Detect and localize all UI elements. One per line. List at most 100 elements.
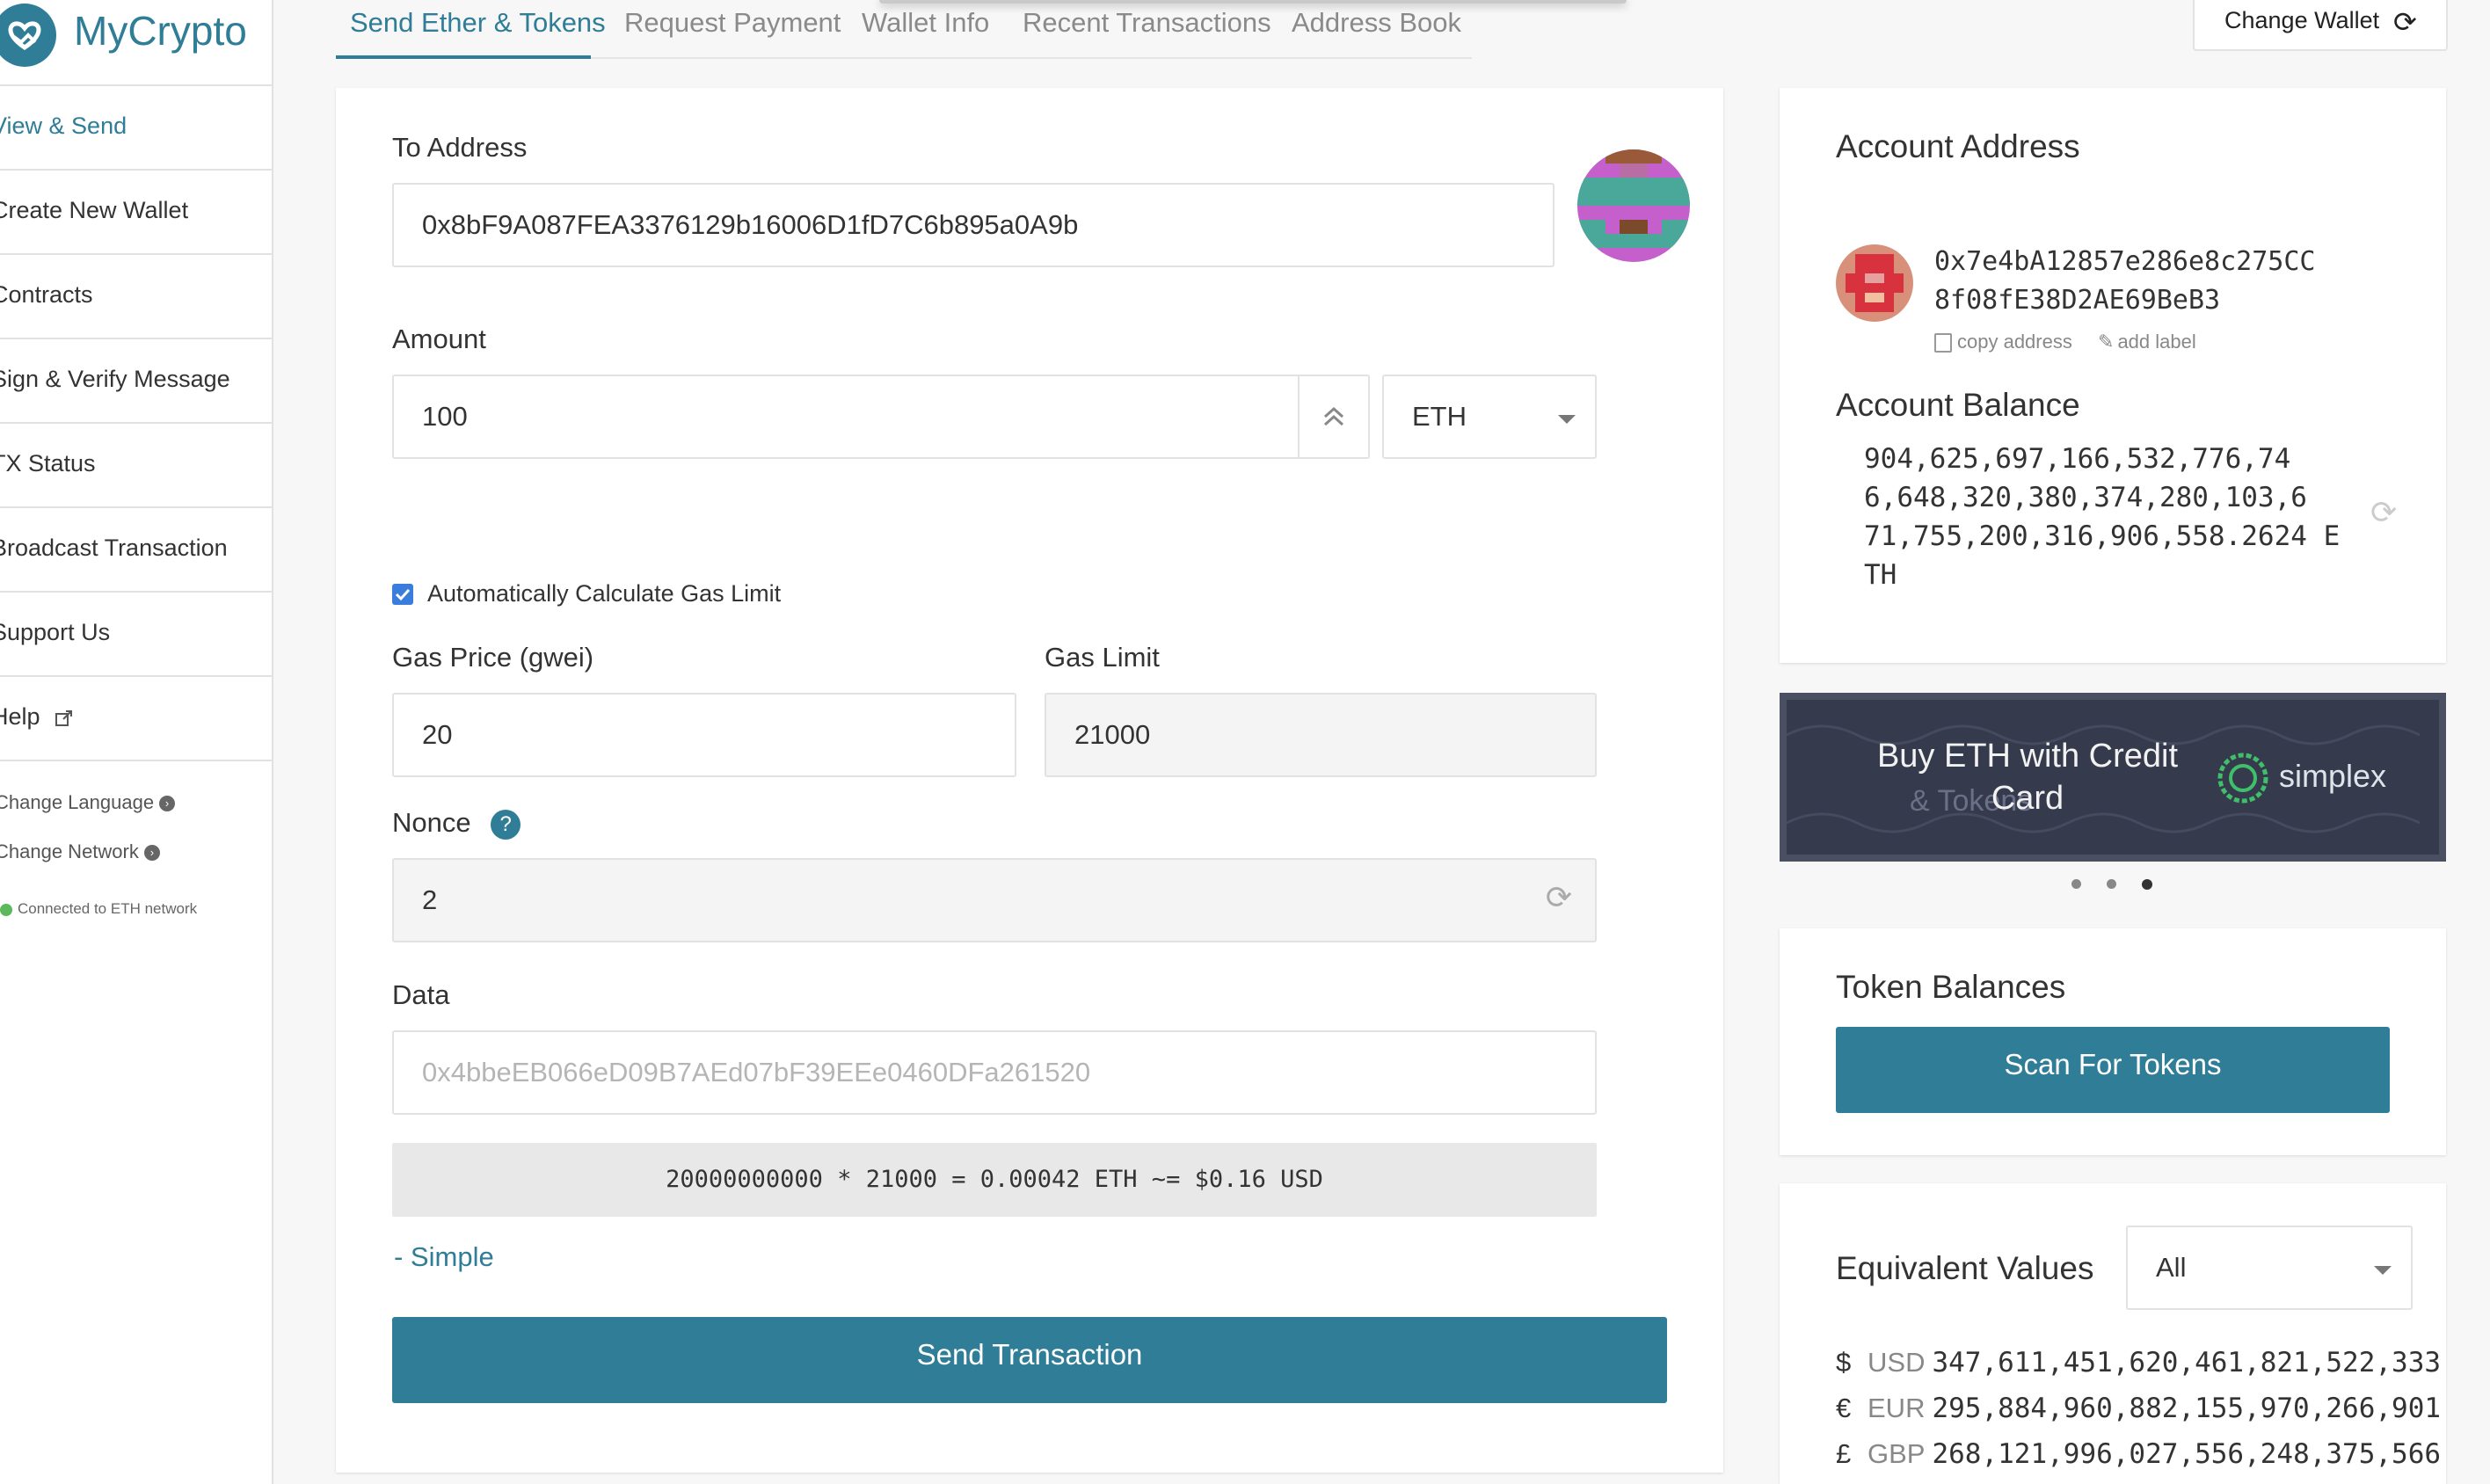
fee-summary: 20000000000 * 21000 = 0.00042 ETH ~= $0.… — [392, 1143, 1597, 1217]
promo-text-line: Card — [1991, 780, 2064, 817]
currency-symbol: $ — [1836, 1347, 1852, 1378]
currency-value: 295,884,960,882,155,970,266,901, — [1932, 1393, 2446, 1424]
promo-banner[interactable]: & Tokens Buy ETH with Credit Card simple… — [1780, 693, 2446, 862]
sidebar-item-label: Help — [0, 703, 40, 730]
check-icon — [395, 588, 411, 601]
gas-price-value: 20 — [422, 719, 453, 750]
refresh-balance-icon[interactable]: ⟳ — [2370, 494, 2397, 531]
simplex-name: simplex — [2279, 758, 2387, 794]
account-balance-title: Account Balance — [1836, 387, 2080, 423]
nonce-label: Nonce ? — [392, 807, 521, 840]
sidebar-item-contracts[interactable]: Contracts — [0, 255, 272, 339]
sidebar-item-label: Contracts — [0, 281, 93, 308]
sidebar-item-label: Support Us — [0, 619, 111, 645]
promo-text-line: Buy ETH with Credit — [1876, 738, 2179, 775]
send-panel: To Address 0x8bF9A087FEA3376129b16006D1f… — [336, 88, 1723, 1473]
to-address-input[interactable]: 0x8bF9A087FEA3376129b16006D1fD7C6b895a0A… — [392, 183, 1554, 267]
currency-code: USD — [1868, 1347, 1926, 1378]
gas-limit-input[interactable]: 21000 — [1045, 693, 1597, 777]
sidebar-item-help-wrap: Help — [0, 703, 75, 731]
currency-value: 268,121,996,027,556,248,375,566, — [1932, 1438, 2446, 1470]
currency-code: EUR — [1868, 1393, 1926, 1423]
carousel-dot[interactable] — [2071, 879, 2081, 889]
arrow-right-circle-icon: › — [159, 796, 176, 812]
tab-address-book[interactable]: Address Book — [1292, 7, 1461, 39]
add-label-link[interactable]: ✎ add label — [2098, 331, 2196, 353]
amount-input[interactable]: 100 — [392, 375, 1370, 459]
account-identicon — [1836, 244, 1913, 322]
currency-symbol: £ — [1836, 1438, 1852, 1469]
scan-tokens-label: Scan For Tokens — [2004, 1048, 2222, 1080]
auto-gas-label: Automatically Calculate Gas Limit — [427, 580, 782, 607]
add-label-label: add label — [2117, 331, 2196, 353]
sidebar: MyCrypto View & Send Create New Wallet C… — [0, 0, 273, 1484]
currency-symbol: € — [1836, 1393, 1852, 1423]
equivalent-row: £ GBP 268,121,996,027,556,248,375,566, — [1836, 1431, 2446, 1477]
overlay-shadow — [879, 0, 1627, 4]
active-tab-indicator — [336, 55, 591, 59]
sidebar-item-help[interactable]: Help — [0, 677, 272, 761]
token-balances-title: Token Balances — [1836, 969, 2066, 1005]
simplex-logo-icon — [2217, 753, 2268, 804]
double-chevron-up-icon — [1323, 406, 1344, 426]
tab-divider — [591, 57, 1472, 59]
to-address-label: To Address — [392, 132, 528, 163]
token-balances-card: Token Balances Scan For Tokens — [1780, 928, 2446, 1155]
data-input[interactable]: 0x4bbeEB066eD09B7AEd07bF39EEe0460DFa2615… — [392, 1030, 1597, 1115]
carousel-dot[interactable] — [2107, 879, 2116, 889]
nonce-value: 2 — [422, 884, 438, 915]
amount-value: 100 — [422, 401, 468, 432]
auto-gas-checkbox[interactable] — [392, 584, 413, 605]
account-address: 0x7e4bA12857e286e8c275CC 8f08fE38D2AE69B… — [1934, 243, 2315, 320]
refresh-nonce-icon[interactable]: ⟳ — [1546, 879, 1572, 916]
scan-tokens-button[interactable]: Scan For Tokens — [1836, 1027, 2390, 1113]
simple-mode-link[interactable]: - Simple — [394, 1241, 494, 1273]
sidebar-item-broadcast[interactable]: Broadcast Transaction — [0, 508, 272, 593]
pencil-icon: ✎ — [2098, 331, 2115, 353]
change-language-link[interactable]: Change Language › — [0, 791, 176, 814]
change-wallet-label: Change Wallet — [2224, 7, 2380, 33]
unit-dropdown[interactable]: ETH — [1382, 375, 1597, 459]
gas-price-input[interactable]: 20 — [392, 693, 1016, 777]
change-network-link[interactable]: Change Network › — [0, 840, 160, 863]
carousel-dot-active[interactable] — [2142, 879, 2152, 890]
data-label: Data — [392, 979, 450, 1010]
sidebar-item-tx-status[interactable]: TX Status — [0, 424, 272, 508]
copy-address-link[interactable]: copy address — [1934, 331, 2072, 353]
equivalent-values-title: Equivalent Values — [1836, 1250, 2094, 1286]
currency-filter-value: All — [2156, 1252, 2187, 1283]
sidebar-item-support[interactable]: Support Us — [0, 593, 272, 677]
tab-request-payment[interactable]: Request Payment — [624, 7, 841, 39]
amount-label: Amount — [392, 324, 486, 354]
currency-filter-dropdown[interactable]: All — [2126, 1226, 2413, 1310]
account-address-title: Account Address — [1836, 128, 2080, 164]
network-status: Connected to ETH network — [0, 900, 197, 918]
send-transaction-button[interactable]: Send Transaction — [392, 1317, 1667, 1403]
sidebar-item-sign-verify[interactable]: Sign & Verify Message — [0, 339, 272, 424]
equivalent-values-card: Equivalent Values All $ USD 347,611,451,62… — [1780, 1183, 2446, 1484]
change-network-label: Change Network — [0, 840, 139, 862]
sidebar-item-create-wallet[interactable]: Create New Wallet — [0, 171, 272, 255]
change-wallet-button[interactable]: Change Wallet ⟳ — [2193, 0, 2448, 51]
gas-limit-label: Gas Limit — [1045, 642, 1160, 673]
currency-code: GBP — [1868, 1438, 1926, 1469]
brand-name: MyCrypto — [74, 8, 247, 54]
nonce-input[interactable]: 2 ⟳ — [392, 858, 1597, 942]
balance-line: TH — [1864, 559, 1897, 591]
network-status-label: Connected to ETH network — [18, 900, 198, 917]
external-link-icon — [55, 709, 73, 726]
to-address-value: 0x8bF9A087FEA3376129b16006D1fD7C6b895a0A… — [422, 209, 1079, 240]
tab-send-ether[interactable]: Send Ether & Tokens — [350, 7, 606, 39]
help-circle-icon[interactable]: ? — [491, 809, 521, 840]
sidebar-item-view-send[interactable]: View & Send — [0, 86, 272, 171]
account-address-line: 8f08fE38D2AE69BeB3 — [1934, 285, 2221, 316]
status-dot-icon — [0, 903, 12, 916]
account-balance: 904,625,697,166,532,776,74 6,648,320,380… — [1864, 440, 2340, 594]
tab-wallet-info[interactable]: Wallet Info — [862, 7, 989, 39]
gas-limit-value: 21000 — [1074, 719, 1151, 750]
tab-recent-transactions[interactable]: Recent Transactions — [1023, 7, 1271, 39]
recipient-identicon — [1577, 149, 1690, 262]
logo[interactable]: MyCrypto — [0, 0, 272, 86]
equivalent-row: € EUR 295,884,960,882,155,970,266,901, — [1836, 1386, 2446, 1431]
send-everything-button[interactable] — [1298, 376, 1368, 457]
